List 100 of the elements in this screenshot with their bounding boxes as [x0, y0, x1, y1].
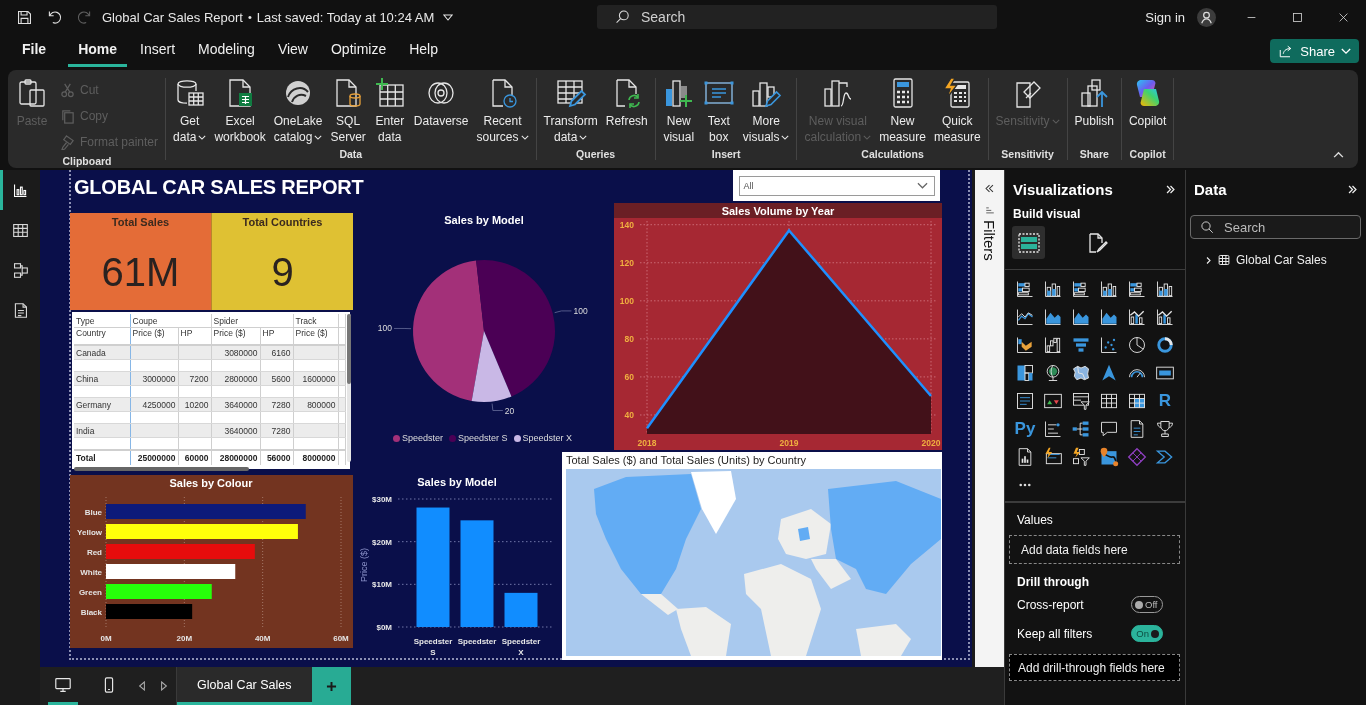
- area-chart-icon[interactable]: [1071, 307, 1091, 327]
- table-cell: 8000000: [293, 450, 338, 465]
- bar-chart-icon[interactable]: [1015, 279, 1035, 299]
- column-chart-icon[interactable]: [1099, 279, 1119, 299]
- script-visual-button[interactable]: Py: [1014, 419, 1036, 439]
- ribbon-button[interactable]: Publish: [1070, 77, 1118, 129]
- expand-icon[interactable]: [1165, 183, 1176, 195]
- combo-chart-icon[interactable]: [1127, 307, 1147, 327]
- expand-icon[interactable]: [1347, 183, 1358, 195]
- filter-icon: [984, 206, 995, 216]
- build-visual-tab[interactable]: [1012, 226, 1045, 259]
- table-icon: [1218, 254, 1230, 266]
- menu-tab[interactable]: Insert: [130, 35, 186, 67]
- chevron-up-icon[interactable]: [1333, 151, 1344, 158]
- ribbon-button[interactable]: Quick measure: [929, 77, 985, 145]
- bar-chart-icon[interactable]: [1127, 279, 1147, 299]
- next-icon[interactable]: [160, 681, 168, 691]
- waterfall-chart-icon[interactable]: [1043, 335, 1063, 355]
- lightning-filter-icon[interactable]: [1071, 447, 1091, 467]
- kpi-icon[interactable]: [1043, 391, 1063, 411]
- ribbon-button[interactable]: Copilot: [1124, 77, 1171, 129]
- pane-title: Visualizations: [1013, 180, 1113, 198]
- toggle-switch[interactable]: On: [1131, 625, 1163, 642]
- speech-bubble-icon[interactable]: [1099, 419, 1119, 439]
- menu-tab[interactable]: File: [12, 35, 57, 67]
- area-chart-icon[interactable]: [1043, 307, 1063, 327]
- filters-pane[interactable]: Filters: [975, 170, 1004, 667]
- map-shape-icon[interactable]: [1071, 363, 1091, 383]
- diamond-icon[interactable]: [1127, 447, 1147, 467]
- funnel-chart-icon[interactable]: [1071, 335, 1091, 355]
- ribbon-button[interactable]: Transform data: [539, 77, 602, 145]
- page-tab[interactable]: Global Car Sales: [177, 667, 312, 705]
- menu-tab[interactable]: Help: [399, 35, 448, 67]
- table-icon: [11, 221, 29, 239]
- menu-tab[interactable]: Modeling: [188, 35, 265, 67]
- dot-plot-icon[interactable]: [1043, 419, 1063, 439]
- area-chart-icon[interactable]: [1099, 307, 1119, 327]
- card-value: 9: [271, 250, 294, 295]
- bar-chart-icon[interactable]: [1071, 279, 1091, 299]
- combo-chart-icon[interactable]: [1155, 307, 1175, 327]
- share-button[interactable]: Share: [1270, 39, 1359, 63]
- drop-zone[interactable]: Add data fields here: [1009, 535, 1180, 564]
- caret-icon[interactable]: [443, 13, 454, 21]
- menu-tab[interactable]: Home: [68, 35, 128, 67]
- save-icon[interactable]: [16, 8, 33, 26]
- ribbon-button[interactable]: Recent sources: [472, 77, 533, 145]
- ribbon-button[interactable]: Dataverse: [409, 77, 473, 129]
- table-icon[interactable]: [1099, 391, 1119, 411]
- axis-label: Speedster: [457, 637, 497, 646]
- tree-item[interactable]: Global Car Sales: [1190, 251, 1362, 269]
- treemap-icon[interactable]: [1015, 363, 1035, 383]
- ribbon-button[interactable]: Excel workbook: [210, 77, 270, 145]
- ribbon-button[interactable]: Enter data: [369, 77, 410, 145]
- ribbon-button[interactable]: OneLake catalog: [269, 77, 327, 145]
- ribbon-button[interactable]: New measure: [875, 77, 930, 145]
- pie-chart-icon[interactable]: [1127, 335, 1147, 355]
- maximize-icon[interactable]: [1290, 10, 1304, 24]
- axis-label: 60: [624, 371, 634, 382]
- donut-chart-icon[interactable]: [1155, 335, 1175, 355]
- menu-tab[interactable]: View: [267, 35, 318, 67]
- sign-in-link[interactable]: Sign in: [1145, 9, 1185, 25]
- ribbon-button[interactable]: SQL Server: [326, 77, 370, 145]
- scatter-chart-icon[interactable]: [1099, 335, 1119, 355]
- trophy-icon[interactable]: [1155, 419, 1175, 439]
- ribbon-button[interactable]: More visuals: [738, 77, 794, 145]
- tree-diagram-icon[interactable]: [1071, 419, 1091, 439]
- column-chart-icon[interactable]: [1155, 279, 1175, 299]
- matrix-icon[interactable]: [1127, 391, 1147, 411]
- ribbon-button[interactable]: Text box: [698, 77, 739, 145]
- scrollbar[interactable]: [346, 314, 351, 462]
- scrollbar[interactable]: [74, 467, 249, 471]
- save-status: Last saved: Today at 10:24 AM: [256, 9, 435, 25]
- more-icon[interactable]: [1019, 483, 1031, 487]
- drop-zone[interactable]: Add drill-through fields here: [1009, 654, 1180, 681]
- ribbon-chart-icon[interactable]: [1015, 335, 1035, 355]
- ribbon-button[interactable]: New visual: [658, 77, 699, 145]
- search-field[interactable]: Search: [597, 5, 997, 29]
- axis-label: 20M: [176, 634, 193, 643]
- search-icon: [615, 9, 631, 25]
- previous-icon[interactable]: [138, 681, 146, 691]
- axis-label: 40: [624, 409, 634, 420]
- caret-icon: [198, 135, 207, 141]
- slicer-icon[interactable]: [1071, 391, 1091, 411]
- lightning-card-icon[interactable]: [1043, 447, 1063, 467]
- avatar-icon[interactable]: [1197, 7, 1216, 27]
- group-label: Copilot: [1128, 148, 1167, 162]
- collapse-icon[interactable]: [984, 183, 995, 194]
- search-field[interactable]: Search: [1190, 215, 1361, 239]
- new-page-button[interactable]: [311, 667, 351, 705]
- menu-tab[interactable]: Optimize: [320, 35, 397, 67]
- ribbon-button[interactable]: Refresh: [601, 77, 652, 129]
- list-card-icon[interactable]: [1015, 391, 1035, 411]
- dropdown[interactable]: All: [738, 175, 935, 196]
- column-chart-icon[interactable]: [1043, 279, 1063, 299]
- undo-icon[interactable]: [46, 8, 63, 26]
- map-pin-icon[interactable]: [1099, 447, 1119, 467]
- axis-label: $10M: [372, 580, 392, 590]
- line-chart-icon[interactable]: [1015, 307, 1035, 327]
- script-visual-button[interactable]: R: [1158, 391, 1172, 411]
- ribbon-button[interactable]: Get data: [169, 77, 211, 145]
